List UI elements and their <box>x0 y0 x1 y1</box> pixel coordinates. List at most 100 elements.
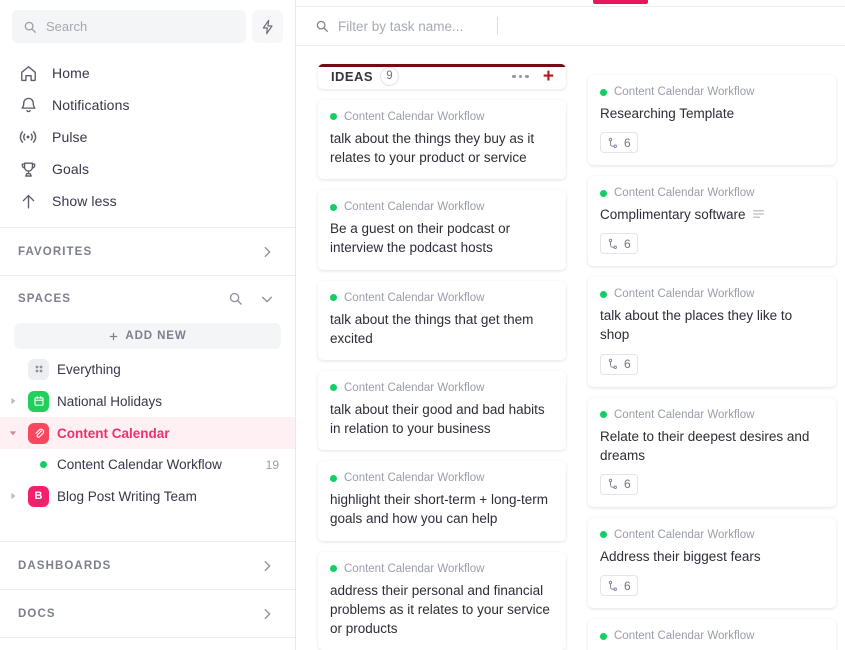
search-input[interactable] <box>46 19 236 34</box>
task-card[interactable]: Content Calendar Workflow Be a guest on t… <box>318 190 566 270</box>
subtask-count: 6 <box>624 135 631 150</box>
column-accent-bar <box>318 64 566 67</box>
column-cards: Content Calendar Workflow talk about the … <box>318 99 566 650</box>
task-card[interactable]: Content Calendar Workflowhighlight their… <box>318 461 566 541</box>
card-title-row: highlight their short-term + long-term g… <box>330 490 554 528</box>
task-card[interactable]: Content Calendar Workflowhighlight their… <box>588 619 836 650</box>
column-more-options-icon[interactable] <box>512 74 529 79</box>
sidebar-item-notifications[interactable]: Notifications <box>0 89 295 121</box>
card-list-name: Content Calendar Workflow <box>614 187 755 200</box>
sidebar-footer <box>0 637 295 650</box>
description-icon <box>752 208 765 221</box>
chevron-right-icon[interactable] <box>257 242 277 262</box>
paperclip-icon <box>28 422 49 444</box>
task-card[interactable]: Content Calendar Workflow talk about thei… <box>318 370 566 451</box>
caret-right-icon[interactable] <box>6 394 20 408</box>
task-card[interactable]: Content Calendar Workflow Complimentary s… <box>588 176 836 267</box>
card-title-row: talk about the things that get them exci… <box>330 310 554 348</box>
subtask-badge[interactable]: 6 <box>600 353 638 375</box>
bell-icon <box>18 95 38 115</box>
list-status-dot <box>600 411 607 419</box>
card-title: Be a guest on their podcast or interview… <box>330 221 511 256</box>
card-title: address their personal and financial pro… <box>330 582 550 636</box>
card-title-row: Researching Template <box>600 104 824 123</box>
subtask-badge[interactable]: 6 <box>600 473 638 495</box>
card-list-name: Content Calendar Workflow <box>344 562 485 575</box>
caret-down-icon[interactable] <box>6 426 20 440</box>
task-card[interactable]: Content Calendar Workflow talk about the … <box>318 280 566 360</box>
list-status-dot <box>40 461 47 468</box>
sidebar-list-content-calendar-workflow[interactable]: Content Calendar Workflow 19 <box>0 449 295 480</box>
search-box[interactable] <box>12 10 246 43</box>
sidebar-space-blog-post-writing-team[interactable]: B Blog Post Writing Team <box>0 480 295 512</box>
docs-section-header[interactable]: DOCS <box>0 589 295 637</box>
column-header[interactable]: IDEAS 9 + <box>318 64 566 89</box>
column-title: IDEAS <box>331 68 373 84</box>
sidebar-item-home[interactable]: Home <box>0 57 295 89</box>
chevron-right-icon[interactable] <box>257 604 277 624</box>
card-title-row: Be a guest on their podcast or interview… <box>330 219 554 257</box>
card-title-row: Relate to their deepest desires and drea… <box>600 427 824 465</box>
task-card[interactable]: Content Calendar Workflow talk about the … <box>588 277 836 387</box>
subtask-badge[interactable]: 6 <box>600 132 638 154</box>
board-columns: IDEAS 9 + Content Calendar Workflow talk abo… <box>296 46 845 650</box>
card-badges: 6 <box>600 233 824 255</box>
caret-right-icon[interactable] <box>6 489 20 503</box>
board-column: RESEARCHING6+Content Calendar WorkflowRe… <box>588 64 836 650</box>
card-title-row: address their personal and financial pro… <box>330 581 554 638</box>
card-list-name: Content Calendar Workflow <box>614 630 755 643</box>
sidebar-item-label: Show less <box>52 193 117 209</box>
sidebar-item-pulse[interactable]: Pulse <box>0 121 295 153</box>
task-card[interactable]: Content Calendar Workflow Relate to their… <box>588 397 836 507</box>
sidebar-space-content-calendar[interactable]: Content Calendar <box>0 417 295 449</box>
lightning-bolt-icon[interactable] <box>252 10 283 43</box>
card-title: Researching Template <box>600 106 735 121</box>
add-task-button[interactable]: + <box>543 67 554 86</box>
card-meta: Content Calendar Workflow <box>600 187 824 199</box>
favorites-title: FAVORITES <box>18 245 93 258</box>
card-badges: 6 <box>600 353 824 375</box>
card-title: talk about the places they like to shop <box>600 308 793 343</box>
sidebar-item-label: Notifications <box>52 97 130 113</box>
task-card[interactable]: Content Calendar Workflow Researching Tem… <box>588 75 836 166</box>
task-card[interactable]: Content Calendar Workflow address their p… <box>318 551 566 650</box>
space-initial-avatar: B <box>28 485 49 507</box>
sidebar-item-goals[interactable]: Goals <box>0 153 295 185</box>
plus-icon <box>108 331 119 342</box>
sidebar-item-label: Pulse <box>52 129 88 145</box>
card-meta: Content Calendar Workflow <box>600 529 824 541</box>
task-card[interactable]: Content Calendar Workflow Address their b… <box>588 517 836 609</box>
subtask-icon <box>607 358 619 370</box>
chevron-down-icon[interactable] <box>257 289 277 309</box>
card-meta: Content Calendar Workflow <box>330 292 554 304</box>
subtask-icon <box>607 580 619 592</box>
dashboards-section-header[interactable]: DASHBOARDS <box>0 541 295 589</box>
favorites-section-header[interactable]: FAVORITES <box>0 227 295 275</box>
list-status-dot <box>330 565 337 573</box>
subtask-icon <box>607 478 619 490</box>
card-title: highlight their short-term + long-term g… <box>330 492 548 527</box>
docs-title: DOCS <box>18 607 56 620</box>
sidebar-space-national-holidays[interactable]: National Holidays <box>0 385 295 417</box>
subtask-badge[interactable]: 6 <box>600 575 638 597</box>
spaces-section-header[interactable]: SPACES <box>0 275 295 321</box>
subtask-icon <box>607 137 619 149</box>
column-cards: Content Calendar Workflow Researching Tem… <box>588 75 836 650</box>
chevron-right-icon[interactable] <box>257 556 277 576</box>
arrow-up-icon <box>18 191 38 211</box>
subtask-badge[interactable]: 6 <box>600 233 638 255</box>
sidebar-item-show-less[interactable]: Show less <box>0 185 295 217</box>
search-icon <box>314 16 329 36</box>
card-list-name: Content Calendar Workflow <box>344 110 485 123</box>
filter-by-task-name-input[interactable] <box>338 17 498 35</box>
add-new-space-button[interactable]: ADD NEW <box>14 323 281 349</box>
card-meta: Content Calendar Workflow <box>600 288 824 300</box>
task-card[interactable]: Content Calendar Workflow talk about the … <box>318 99 566 180</box>
sidebar-space-everything[interactable]: Everything <box>0 353 295 385</box>
list-label: Content Calendar Workflow <box>57 457 222 472</box>
card-title-row: Address their biggest fears <box>600 547 824 566</box>
calendar-icon <box>28 390 49 412</box>
spaces-search-icon[interactable] <box>225 289 245 309</box>
list-status-dot <box>600 88 607 96</box>
